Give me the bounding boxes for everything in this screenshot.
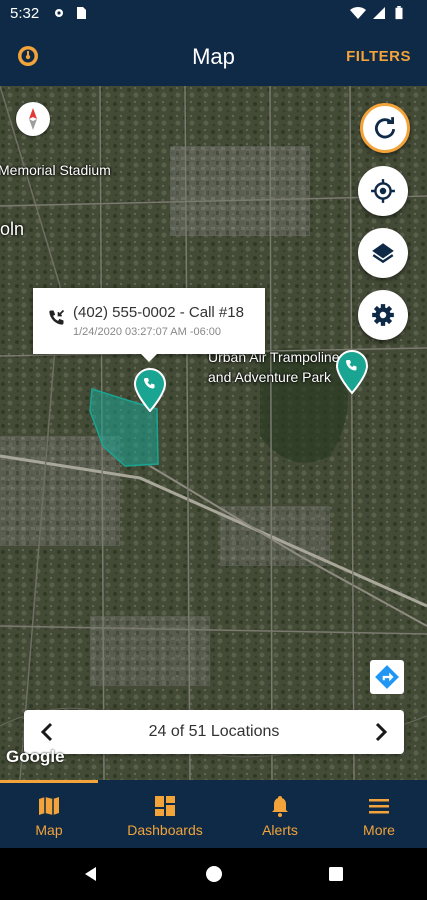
status-time: 5:32	[10, 5, 40, 22]
my-location-button[interactable]	[358, 166, 408, 216]
callout-timestamp: 1/24/2020 03:27:07 AM -06:00	[73, 326, 222, 338]
directions-icon	[375, 665, 399, 689]
my-location-icon	[371, 179, 395, 203]
bottom-tab-bar: Map Dashboards Alerts More	[0, 780, 427, 848]
tab-alerts[interactable]: Alerts	[240, 780, 320, 848]
status-bar: 5:32	[0, 0, 427, 28]
tab-map[interactable]: Map	[0, 780, 98, 848]
map-settings-button[interactable]	[358, 290, 408, 340]
call-info-callout[interactable]: (402) 555-0002 - Call #18 1/24/2020 03:2…	[33, 288, 265, 362]
tab-dashboards[interactable]: Dashboards	[112, 780, 218, 848]
app-bar: Map FILTERS	[0, 28, 427, 86]
home-icon[interactable]	[205, 865, 223, 883]
sim-card-icon	[77, 7, 86, 19]
filters-button[interactable]: FILTERS	[346, 48, 411, 65]
callout-title: (402) 555-0002 - Call #18	[73, 304, 244, 321]
layers-button[interactable]	[358, 228, 408, 278]
directions-button[interactable]	[370, 660, 404, 694]
layers-icon	[372, 243, 394, 264]
call-marker[interactable]	[335, 350, 369, 394]
back-icon[interactable]	[82, 865, 100, 883]
tab-more[interactable]: More	[340, 780, 418, 848]
gear-icon	[372, 304, 394, 326]
tab-alerts-label: Alerts	[262, 822, 298, 838]
tab-more-label: More	[363, 822, 395, 838]
locations-pager: 24 of 51 Locations	[24, 710, 404, 754]
bell-icon	[272, 796, 288, 817]
wifi-icon	[350, 6, 366, 20]
tab-map-label: Map	[35, 822, 63, 838]
map-label-urban-air-line2: and Adventure Park	[208, 369, 331, 385]
next-location-button[interactable]	[368, 720, 392, 744]
call-marker-selected[interactable]	[133, 368, 167, 412]
recents-icon[interactable]	[328, 866, 344, 882]
compass-button[interactable]	[16, 102, 50, 136]
settings-status-icon	[55, 9, 63, 17]
incoming-call-icon	[49, 309, 65, 325]
tab-dashboards-label: Dashboards	[127, 822, 203, 838]
locations-count: 24 of 51 Locations	[148, 723, 280, 740]
signal-icon	[373, 7, 385, 19]
dashboard-icon	[155, 796, 175, 816]
system-navigation-bar	[0, 848, 427, 900]
map-label-lincoln: oln	[0, 219, 25, 239]
map-view[interactable]: Memorial Stadium oln Urban Air Trampolin…	[0, 86, 427, 780]
menu-icon	[369, 799, 389, 814]
google-attribution: Google	[6, 747, 65, 766]
refresh-button[interactable]	[360, 103, 410, 153]
map-label-memorial-stadium: Memorial Stadium	[0, 162, 111, 178]
map-icon	[39, 797, 59, 815]
compass-icon	[29, 108, 37, 130]
battery-icon	[395, 6, 403, 20]
refresh-icon	[374, 117, 396, 139]
